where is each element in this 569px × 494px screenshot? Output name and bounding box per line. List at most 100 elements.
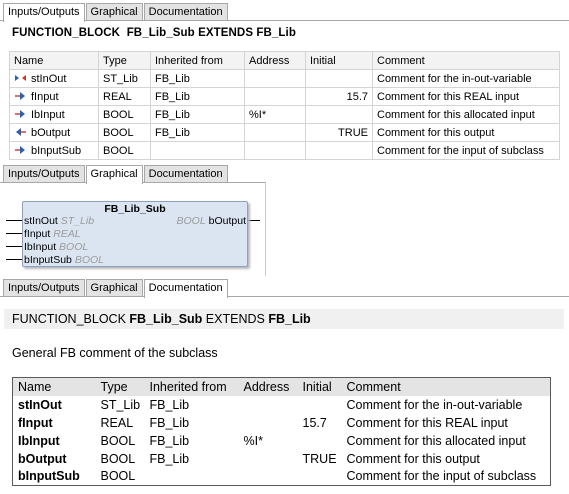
column-header-name: Name bbox=[12, 377, 96, 396]
address-cell[interactable] bbox=[244, 69, 306, 88]
table-row[interactable]: IbInput BOOL FB_Lib %I* Comment for this all… bbox=[9, 105, 560, 124]
table-row: stInOut ST_Lib FB_Lib Comment for the in-ou… bbox=[13, 396, 551, 414]
variable-name-cell-text: bOutput bbox=[31, 127, 71, 139]
input-variable-icon bbox=[14, 109, 27, 119]
tab-documentation[interactable]: Documentation bbox=[143, 279, 228, 298]
column-header-initial[interactable]: Initial bbox=[305, 51, 373, 70]
comment-cell[interactable]: Comment for the input of subclass bbox=[372, 141, 560, 160]
variable-name-cell[interactable]: bOutput bbox=[9, 123, 99, 142]
tab-graphical[interactable]: Graphical bbox=[85, 279, 143, 297]
address-cell bbox=[239, 450, 298, 468]
table-row: bOutput BOOL FB_Lib TRUE Comment for this ou… bbox=[13, 450, 551, 468]
initial-value-cell: 15.7 bbox=[302, 415, 327, 430]
function-block-box[interactable]: FB_Lib_Sub stInOut ST_Lib fInput REAL Ib… bbox=[22, 201, 248, 267]
comment-cell[interactable]: Comment for this output bbox=[372, 123, 560, 142]
tab-graphical[interactable]: Graphical bbox=[85, 165, 143, 184]
fb-name: FB_Lib_Sub bbox=[129, 312, 203, 326]
pin-name: IbInput bbox=[24, 241, 57, 253]
documentation-view-panel: FUNCTION_BLOCK FB_Lib_Sub EXTENDS FB_Lib… bbox=[0, 296, 569, 494]
variable-name-cell-text: bInputSub bbox=[31, 145, 82, 157]
extends-keyword: EXTENDS bbox=[205, 312, 265, 326]
fb-base-name: FB_Lib bbox=[256, 27, 296, 39]
variable-type-cell[interactable]: BOOL bbox=[98, 123, 151, 142]
input-pin[interactable]: IbInput BOOL bbox=[24, 241, 88, 253]
io-view-panel: FUNCTION_BLOCK FB_Lib_Sub EXTENDS FB_Lib… bbox=[0, 20, 569, 164]
graphical-view: Inputs/Outputs Graphical Documentation F… bbox=[0, 164, 266, 276]
variable-name-cell[interactable]: bInputSub bbox=[9, 141, 99, 160]
variable-name-cell-text: stInOut bbox=[31, 73, 67, 85]
initial-value-cell[interactable] bbox=[305, 69, 373, 88]
table-row: IbInput BOOL FB_Lib %I* Comment for this all… bbox=[13, 432, 551, 450]
column-header-inherited[interactable]: Inherited from bbox=[150, 51, 245, 70]
pin-name: stInOut bbox=[24, 215, 58, 227]
in-out-variable-icon bbox=[14, 73, 27, 83]
fb-keyword: FUNCTION_BLOCK bbox=[12, 27, 121, 39]
variable-name-cell-text: IbInput bbox=[31, 109, 65, 121]
inherited-from-cell[interactable]: FB_Lib bbox=[150, 87, 245, 106]
table-row[interactable]: stInOut ST_Lib FB_Lib Comment for the in-ou… bbox=[9, 69, 560, 88]
comment-cell[interactable]: Comment for this allocated input bbox=[372, 105, 560, 124]
tab-inputs-outputs[interactable]: Inputs/Outputs bbox=[3, 279, 85, 297]
variable-name-cell[interactable]: IbInput bbox=[9, 105, 99, 124]
tab-documentation[interactable]: Documentation bbox=[143, 165, 228, 183]
tab-graphical[interactable]: Graphical bbox=[85, 3, 143, 21]
variable-name-cell: IbInput bbox=[18, 433, 60, 448]
column-header-type[interactable]: Type bbox=[98, 51, 151, 70]
address-cell bbox=[239, 396, 298, 414]
inherited-from-cell[interactable]: FB_Lib bbox=[150, 69, 245, 88]
table-row[interactable]: bOutput BOOL FB_Lib TRUE Comment for this ou… bbox=[9, 123, 560, 142]
variable-type-cell[interactable]: BOOL bbox=[98, 105, 151, 124]
fb-name: FB_Lib_Sub bbox=[126, 27, 195, 39]
input-pin[interactable]: fInput REAL bbox=[24, 228, 81, 240]
variable-type-cell: BOOL bbox=[100, 469, 136, 484]
column-header-comment[interactable]: Comment bbox=[372, 51, 560, 70]
table-row[interactable]: fInput REAL FB_Lib 15.7 Comment for this REA… bbox=[9, 87, 560, 106]
initial-value-cell[interactable]: TRUE bbox=[305, 123, 373, 142]
column-header-address[interactable]: Address bbox=[244, 51, 306, 70]
input-pin[interactable]: bInputSub BOOL bbox=[24, 254, 104, 266]
variable-name-cell[interactable]: fInput bbox=[9, 87, 99, 106]
initial-value-cell[interactable] bbox=[305, 141, 373, 160]
variable-type-cell[interactable]: BOOL bbox=[98, 141, 151, 160]
variable-type-cell[interactable]: ST_Lib bbox=[98, 69, 151, 88]
initial-value-cell[interactable] bbox=[305, 105, 373, 124]
variable-type-cell: BOOL bbox=[100, 451, 136, 466]
inherited-from-cell[interactable] bbox=[150, 141, 245, 160]
tab-documentation[interactable]: Documentation bbox=[143, 3, 228, 21]
variable-name-cell[interactable]: stInOut bbox=[9, 69, 99, 88]
pin-name: bInputSub bbox=[24, 254, 72, 266]
inherited-from-cell[interactable]: FB_Lib bbox=[150, 105, 245, 124]
inherited-from-cell bbox=[145, 468, 239, 486]
column-header-inherited: Inherited from bbox=[144, 377, 239, 396]
variable-type-cell: ST_Lib bbox=[100, 397, 141, 412]
column-header-initial: Initial bbox=[297, 377, 342, 396]
address-cell[interactable] bbox=[244, 123, 306, 142]
inherited-from-cell[interactable]: FB_Lib bbox=[150, 123, 245, 142]
input-pin-line bbox=[6, 259, 23, 260]
doc-declaration-header: FUNCTION_BLOCK FB_Lib_Sub EXTENDS FB_Lib bbox=[4, 309, 564, 329]
tab-inputs-outputs[interactable]: Inputs/Outputs bbox=[3, 165, 85, 183]
address-cell[interactable] bbox=[244, 141, 306, 160]
inherited-from-cell: FB_Lib bbox=[149, 397, 190, 412]
documentation-view-tabbar: Inputs/Outputs Graphical Documentation bbox=[3, 278, 229, 298]
column-header-name[interactable]: Name bbox=[9, 51, 99, 70]
pin-name: bOutput bbox=[208, 215, 246, 227]
table-row[interactable]: bInputSub BOOL Comment for the input of su… bbox=[9, 141, 560, 160]
address-cell[interactable] bbox=[244, 87, 306, 106]
table-header-row: Name Type Inherited from Address Initial… bbox=[12, 377, 551, 396]
input-pin[interactable]: stInOut ST_Lib bbox=[24, 215, 94, 227]
initial-value-cell[interactable]: 15.7 bbox=[305, 87, 373, 106]
address-cell bbox=[239, 414, 298, 432]
comment-cell[interactable]: Comment for this REAL input bbox=[372, 87, 560, 106]
variable-type-cell: REAL bbox=[100, 415, 134, 430]
comment-cell: Comment for the input of subclass bbox=[346, 469, 537, 484]
address-cell[interactable]: %I* bbox=[244, 105, 306, 124]
variable-type-cell[interactable]: REAL bbox=[98, 87, 151, 106]
graphical-view-panel: FB_Lib_Sub stInOut ST_Lib fInput REAL Ib… bbox=[0, 182, 266, 276]
initial-value-cell bbox=[298, 432, 342, 450]
comment-cell[interactable]: Comment for the in-out-variable bbox=[372, 69, 560, 88]
output-pin[interactable]: BOOL bOutput bbox=[177, 215, 246, 227]
pin-type: REAL bbox=[53, 228, 81, 240]
input-variable-icon bbox=[14, 91, 27, 101]
tab-inputs-outputs[interactable]: Inputs/Outputs bbox=[3, 3, 85, 22]
